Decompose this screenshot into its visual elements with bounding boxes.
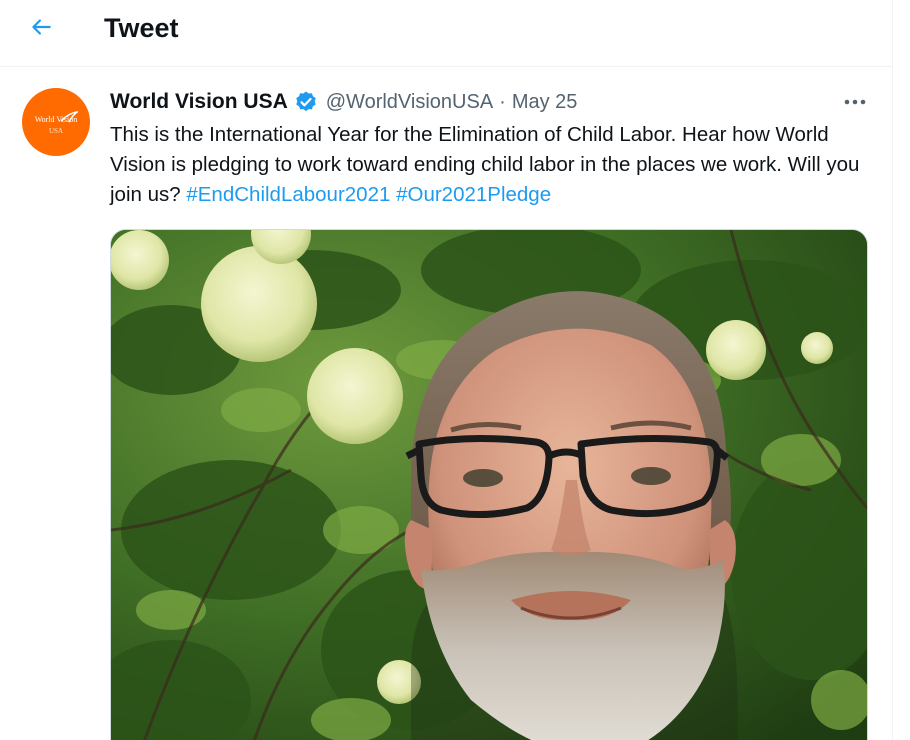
author-name[interactable]: World Vision USA (110, 90, 288, 114)
avatar-logo-text: World Vision (34, 115, 78, 124)
app: Tweet World Vision USA World Vision USA … (0, 0, 910, 740)
video-frame-image (111, 230, 867, 740)
tweet-text: This is the International Year for the E… (110, 120, 870, 210)
back-button[interactable] (20, 8, 62, 50)
arrow-left-icon (28, 14, 54, 45)
more-options-button[interactable] (838, 88, 872, 116)
page-title: Tweet (104, 13, 179, 43)
author-handle[interactable]: @WorldVisionUSA (326, 91, 493, 114)
tweet-date[interactable]: May 25 (512, 91, 578, 114)
tweet-meta: World Vision USA @WorldVisionUSA · May 2… (110, 88, 577, 116)
avatar[interactable]: World Vision USA (22, 88, 90, 156)
more-horizontal-icon (843, 93, 867, 111)
verified-badge-icon (294, 90, 318, 114)
avatar-logo-subtext: USA (48, 127, 63, 135)
tweet-video[interactable] (110, 229, 868, 740)
main-column: Tweet World Vision USA World Vision USA … (0, 0, 893, 740)
hashtag-link[interactable]: #Our2021Pledge (396, 183, 551, 206)
header-bar: Tweet (0, 0, 892, 67)
meta-separator: · (499, 90, 506, 113)
hashtag-link[interactable]: #EndChildLabour2021 (186, 183, 390, 206)
